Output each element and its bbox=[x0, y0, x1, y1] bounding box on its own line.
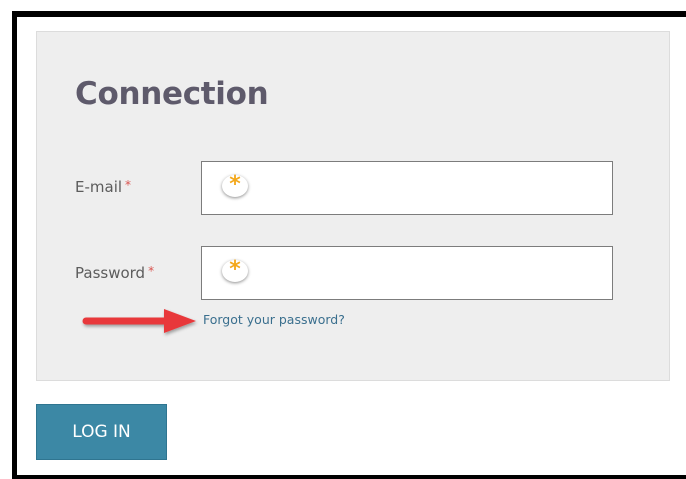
password-label-text: Password bbox=[75, 264, 146, 282]
screenshot-frame-top bbox=[12, 11, 686, 17]
email-autofill-star-icon: * bbox=[229, 172, 241, 197]
email-autofill-icon[interactable]: * bbox=[222, 172, 248, 197]
form-title: Connection bbox=[75, 76, 269, 112]
screenshot-frame-left bbox=[12, 11, 17, 479]
password-autofill-star-icon: * bbox=[229, 257, 241, 282]
password-field[interactable]: * bbox=[201, 246, 613, 300]
email-label-text: E-mail bbox=[75, 178, 123, 196]
annotation-arrow-icon bbox=[82, 309, 196, 333]
email-label: E-mail * bbox=[75, 178, 131, 196]
email-field[interactable]: * bbox=[201, 161, 613, 215]
screenshot-frame-bottom bbox=[12, 475, 686, 479]
login-button[interactable]: LOG IN bbox=[36, 404, 167, 460]
forgot-password-link[interactable]: Forgot your password? bbox=[203, 312, 345, 327]
password-autofill-icon[interactable]: * bbox=[222, 257, 248, 282]
password-required-mark: * bbox=[148, 264, 155, 278]
email-required-mark: * bbox=[125, 178, 132, 192]
password-label: Password * bbox=[75, 264, 154, 282]
